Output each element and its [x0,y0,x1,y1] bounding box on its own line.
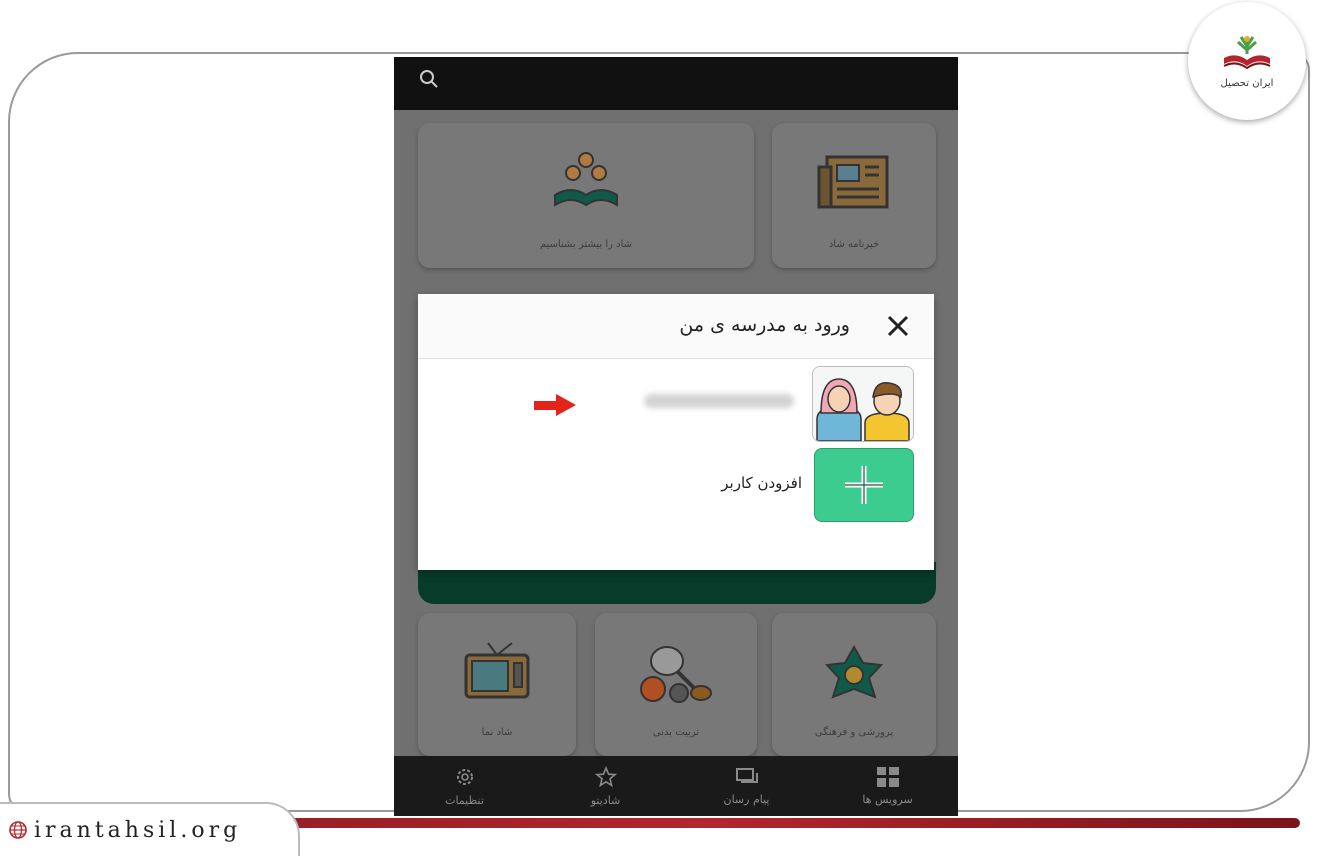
book-leaf-icon [1223,35,1271,69]
tile-label: خبرنامه شاد [828,239,880,250]
tile-sports[interactable]: تربیت بدنی [595,613,757,756]
tile-shad-tv[interactable]: شاد نما [418,613,576,756]
red-arrow-icon [534,394,576,416]
nav-shadito[interactable]: شادیتو [535,756,676,816]
chat-icon [735,767,758,783]
search-icon[interactable] [418,68,440,90]
bottom-navigation: سرویس ها پیام رسان شادیتو تنظیمات [394,756,958,816]
tv-icon [464,642,530,699]
website-url: irantahsil.org [34,817,242,843]
nav-settings[interactable]: تنظیمات [394,756,535,816]
sports-balls-icon [640,646,712,703]
logo-text: ایران تحصیل [1220,77,1274,89]
plus-icon [845,466,883,504]
people-icon [554,152,618,207]
parents-avatar-icon [813,367,913,441]
close-icon[interactable] [882,310,914,342]
user-avatar [812,366,914,442]
tile-cultural[interactable]: پرورشی و فرهنگی [772,613,936,756]
add-user-row[interactable]: افزودن کاربر [418,448,934,522]
nav-label: پیام رسان [723,792,770,806]
nav-label: سرویس ها [862,792,913,806]
user-account-row[interactable] [418,366,934,442]
dialog-title: ورود به مدرسه ی من [679,314,850,336]
add-user-label: افزودن کاربر [721,474,802,492]
website-badge: irantahsil.org [0,802,300,856]
globe-icon [9,821,27,839]
tile-label: شاد نما [481,727,513,738]
nav-messenger[interactable]: پیام رسان [676,756,817,816]
login-dialog: ورود به مدرسه ی من افزودن کاربر [418,294,934,570]
tile-label: شاد را بیشتر بشناسیم [539,239,633,250]
tile-label: تربیت بدنی [652,727,700,738]
tile-label: پرورشی و فرهنگی [814,727,894,738]
irantahsil-logo: ایران تحصیل [1188,2,1306,120]
blurred-user-name [644,394,794,408]
newspaper-icon [817,155,889,209]
nav-services[interactable]: سرویس ها [817,756,958,816]
top-app-bar [394,57,958,110]
star-ornament-icon [824,644,884,699]
tile-shad-news[interactable]: خبرنامه شاد [772,123,936,268]
dialog-header: ورود به مدرسه ی من [418,294,934,359]
star-icon [594,765,617,787]
add-user-button[interactable] [814,448,914,522]
tile-know-shad[interactable]: شاد را بیشتر بشناسیم [418,123,754,268]
nav-label: تنظیمات [445,793,484,807]
grid-icon [876,766,899,787]
gear-icon [456,768,473,785]
nav-label: شادیتو [590,793,621,807]
